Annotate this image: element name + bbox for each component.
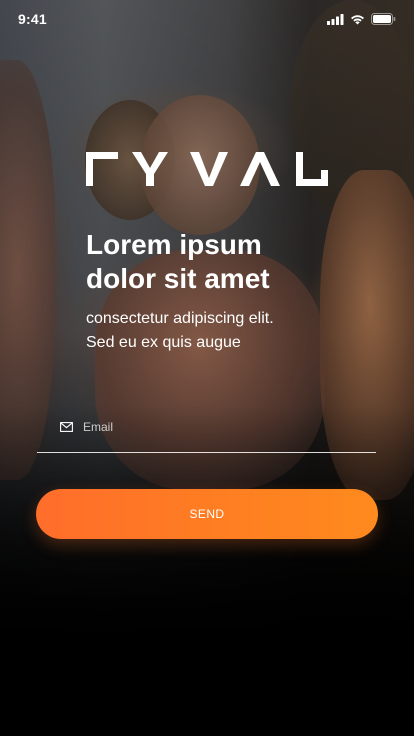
status-bar: 9:41 [0, 0, 414, 40]
wifi-icon [351, 14, 364, 24]
headline-line: Lorem ipsum [86, 229, 262, 260]
login-screen: 9:41 Lorem ipsum dolor sit amet consecte… [0, 0, 414, 736]
headline-line: dolor sit amet [86, 263, 270, 294]
brand-logo [86, 152, 328, 186]
page-title: Lorem ipsum dolor sit amet [86, 228, 386, 296]
email-input[interactable] [83, 416, 363, 438]
battery-icon [371, 13, 396, 25]
cellular-signal-icon [327, 13, 344, 25]
page-subtitle: consectetur adipiscing elit. Sed eu ex q… [86, 307, 386, 355]
status-icons [327, 13, 396, 25]
status-time: 9:41 [18, 11, 47, 27]
subtitle-line: consectetur adipiscing elit. [86, 310, 274, 327]
email-field[interactable] [37, 410, 376, 453]
mail-icon [60, 422, 73, 432]
background-overlay [0, 0, 414, 736]
subtitle-line: Sed eu ex quis augue [86, 334, 241, 351]
send-button[interactable]: SEND [36, 489, 378, 539]
